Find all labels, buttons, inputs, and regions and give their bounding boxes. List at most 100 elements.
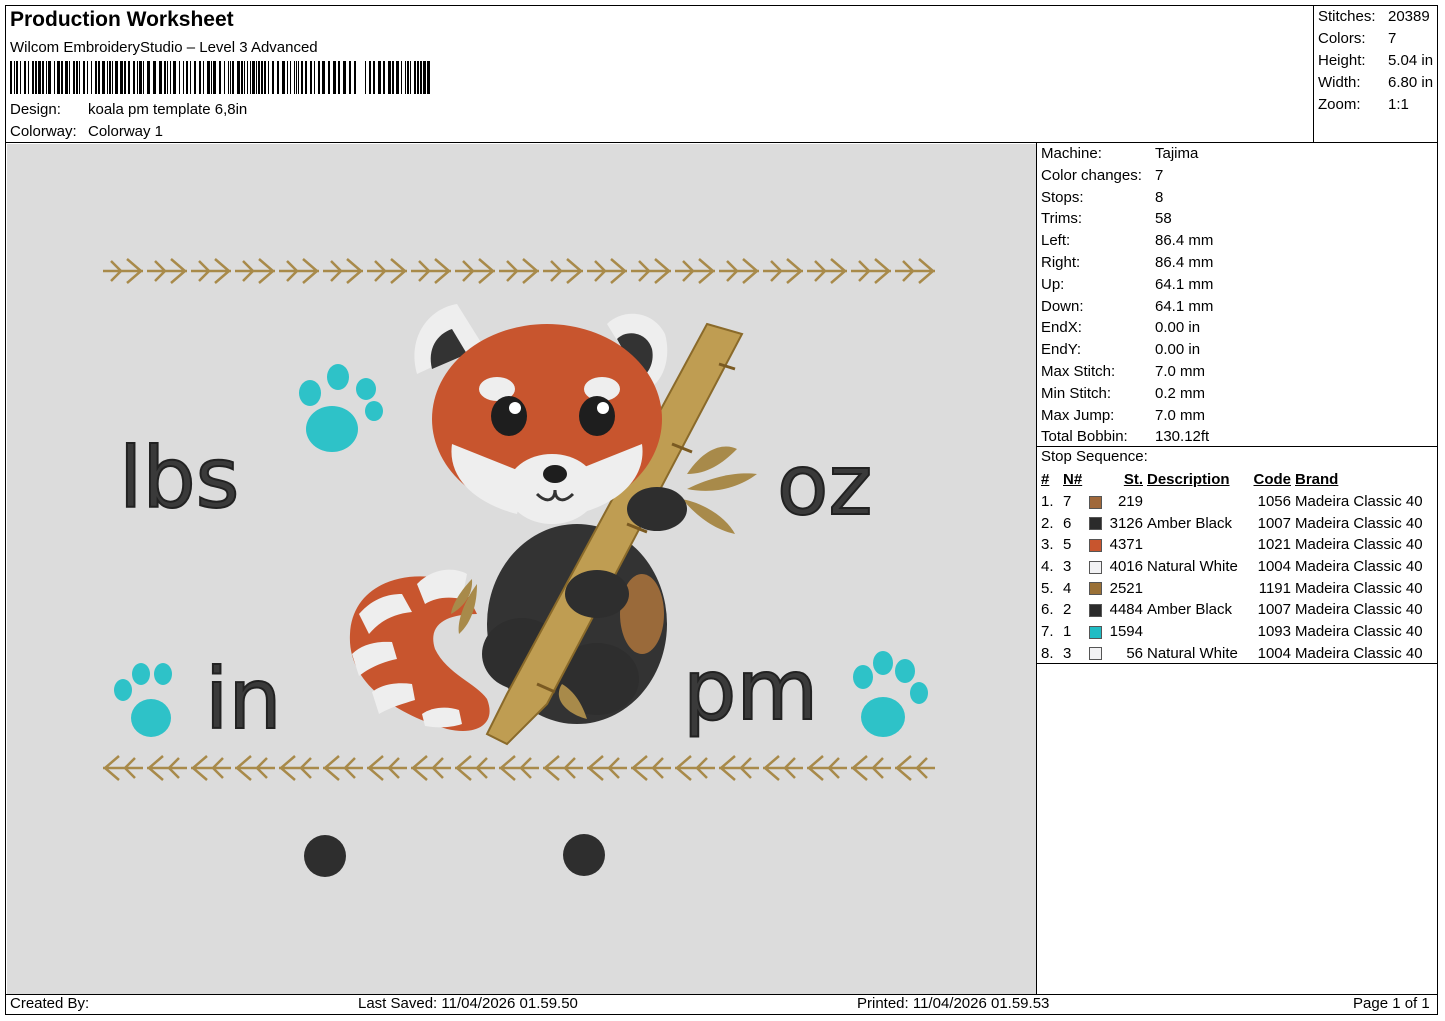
endy-row: EndY: 0.00 in [1041,341,1201,359]
header-needle: N# [1063,471,1083,489]
stop-code: 1021 [1257,536,1291,554]
summary-height: Height: 5.04 in [1318,52,1434,69]
stop-brand: Madeira Classic 40 [1295,579,1423,597]
barcode [10,61,430,94]
snap-dot-left [304,835,346,877]
stop-stitches: 2521 [1109,579,1143,597]
stop-row: 7. 1 1594 1093 Madeira Classic 40 [1039,621,1425,643]
stop-stitches: 4371 [1109,536,1143,554]
stop-row: 5. 4 2521 1191 Madeira Classic 40 [1039,577,1425,599]
stop-needle: 3 [1063,558,1072,576]
stop-needle: 2 [1063,601,1072,619]
software-name: Wilcom EmbroideryStudio – Level 3 Advanc… [10,39,318,56]
down-row: Down: 64.1 mm [1041,297,1214,315]
color-swatch-icon [1089,582,1102,596]
stop-row: 3. 5 4371 1021 Madeira Classic 40 [1039,534,1425,556]
stop-description [1145,534,1249,556]
stop-row: 4. 3 4016 Natural White 1004 Madeira Classic … [1039,556,1425,578]
stop-sequence-header: # N# St. Description Code Brand [1039,469,1425,491]
stop-brand: Madeira Classic 40 [1295,514,1423,532]
stop-stitches: 56 [1126,644,1143,662]
machine-info-panel: Machine: Tajima Color changes: 7 Stops: 8 T… [1041,143,1213,448]
stop-seq: 6. [1041,601,1054,619]
stop-swatch [1087,512,1105,534]
color-swatch-icon [1089,538,1102,552]
right-row: Right: 86.4 mm [1041,253,1214,271]
stop-brand: Madeira Classic 40 [1295,558,1423,576]
up-row: Up: 64.1 mm [1041,275,1214,293]
stop-description: Amber Black [1147,514,1233,532]
arrow-border-bottom [103,755,935,781]
stop-swatch [1087,643,1105,665]
colorway-label: Colorway: [10,123,77,140]
left-row: Left: 86.4 mm [1041,232,1214,250]
color-swatch-icon [1089,625,1102,639]
header-stitches: St. [1123,471,1143,489]
stop-description: Natural White [1147,558,1238,576]
stop-stitches: 1594 [1109,623,1143,641]
stop-description: Natural White [1147,644,1238,662]
stop-swatch [1087,556,1105,578]
stop-row: 6. 2 4484 Amber Black 1007 Madeira Classic 40 [1039,599,1425,621]
stop-brand: Madeira Classic 40 [1295,601,1423,619]
stop-needle: 3 [1063,644,1072,662]
stop-swatch [1087,599,1105,621]
stop-needle: 5 [1063,536,1072,554]
summary-zoom: Zoom: 1:1 [1318,96,1409,113]
stop-code: 1004 [1257,644,1291,662]
stop-row: 1. 7 219 1056 Madeira Classic 40 [1039,491,1425,513]
stop-sequence-table: # N# St. Description Code Brand 1. 7 219 10… [1039,469,1425,664]
stop-code: 1056 [1257,493,1291,511]
last-saved: Last Saved: 11/04/2026 01.59.50 [358,995,578,1012]
min-stitch-row: Min Stitch: 0.2 mm [1041,384,1206,402]
stop-swatch [1087,534,1105,556]
stop-seq: 4. [1041,558,1054,576]
stop-brand: Madeira Classic 40 [1295,623,1423,641]
panda-eye-right [579,396,615,436]
embroidery-preview: lbs oz in pm [103,258,935,877]
summary-colors: Colors: 7 [1318,30,1397,47]
stop-needle: 4 [1063,579,1072,597]
stop-swatch [1087,491,1105,513]
color-swatch-icon [1089,647,1102,661]
design-canvas: lbs oz in pm [7,144,1036,994]
machine-row: Machine: Tajima [1041,145,1199,162]
endx-row: EndX: 0.00 in [1041,319,1201,337]
paw-print-bottom-right [853,651,928,737]
panda-nose [543,465,567,483]
stop-brand: Madeira Classic 40 [1295,644,1423,662]
paw-print-top-left [299,364,383,452]
design-row: Design: koala pm template 6,8in [10,101,247,118]
stop-stitches: 4484 [1109,601,1143,619]
stop-description [1145,577,1249,599]
summary-width: Width: 6.80 in [1318,74,1434,91]
max-jump-row: Max Jump: 7.0 mm [1041,406,1206,424]
header-code: Code [1253,471,1292,489]
stop-seq: 3. [1041,536,1054,554]
header-brand: Brand [1295,471,1339,489]
summary-divider [1313,5,1314,143]
stop-needle: 1 [1063,623,1072,641]
color-changes-row: Color changes: 7 [1041,166,1164,184]
summary-panel: Stitches: 20389 Colors: 7 Height: 5.04 in W… [1318,6,1433,116]
design-label: Design: [10,101,61,118]
stop-stitches: 219 [1117,493,1143,511]
stop-description [1145,491,1249,513]
stop-swatch [1087,577,1105,599]
label-in: in [205,650,282,748]
stop-row: 2. 6 3126 Amber Black 1007 Madeira Classic 40 [1039,512,1425,534]
stop-description [1145,621,1249,643]
snap-dot-right [563,834,605,876]
header-swatch [1087,469,1105,491]
total-bobbin-row: Total Bobbin: 130.12ft [1041,428,1210,446]
label-pm: pm [683,641,818,739]
stop-brand: Madeira Classic 40 [1295,493,1423,511]
created-by: Created By: [10,995,90,1012]
stop-seq: 5. [1041,579,1054,597]
header-seq: # [1041,471,1050,489]
max-stitch-row: Max Stitch: 7.0 mm [1041,362,1206,380]
stop-brand: Madeira Classic 40 [1295,536,1423,554]
printed-date: Printed: 11/04/2026 01.59.53 [857,995,1050,1012]
worksheet-title: Production Worksheet [10,8,234,31]
arrow-border-top [103,258,935,284]
